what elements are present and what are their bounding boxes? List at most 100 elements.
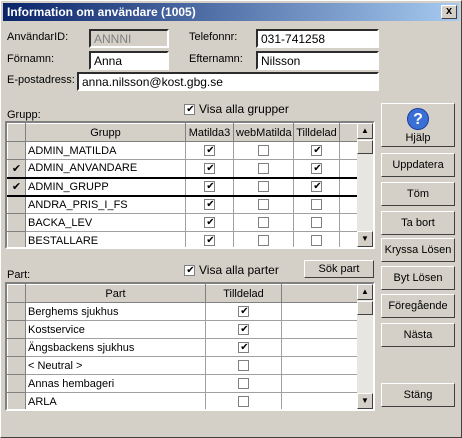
part-tilldelad-cell[interactable]: [205, 392, 282, 409]
part-tilldelad-cell[interactable]: [205, 338, 282, 357]
part-tilldelad-col-header[interactable]: Tilldelad: [205, 284, 282, 303]
matilda3-checkbox[interactable]: [204, 162, 216, 174]
tilldelad-checkbox[interactable]: [311, 235, 322, 247]
part-row[interactable]: Berghems sjukhus: [7, 302, 360, 321]
matilda3-cell[interactable]: [185, 195, 234, 214]
search-part-button[interactable]: Sök part: [304, 260, 374, 278]
matilda3-checkbox[interactable]: [204, 217, 216, 229]
grupp-name-cell[interactable]: ANDRA_PRIS_I_FS: [25, 195, 186, 214]
row-selector[interactable]: [7, 320, 26, 339]
tilldelad-checkbox[interactable]: [311, 181, 323, 193]
matilda3-cell[interactable]: [185, 231, 234, 247]
nasta-button[interactable]: Nästa: [381, 323, 455, 347]
tilldelad-cell[interactable]: [293, 141, 340, 160]
webmatilda-cell[interactable]: [233, 141, 294, 160]
grupp-name-cell[interactable]: ADMIN_MATILDA: [25, 141, 186, 160]
row-selector[interactable]: [7, 195, 26, 214]
grupp-row[interactable]: BESTALLARE: [7, 231, 360, 247]
grupp-name-cell[interactable]: ADMIN_ANVANDARE: [25, 159, 186, 178]
foregaende-button[interactable]: Föregående: [381, 294, 455, 318]
matilda3-checkbox[interactable]: [204, 199, 216, 211]
matilda3-checkbox[interactable]: [204, 235, 216, 247]
tilldelad-cell[interactable]: [293, 195, 340, 214]
epost-field[interactable]: anna.nilsson@kost.gbg.se: [77, 72, 379, 91]
part-name-cell[interactable]: Ängsbackens sjukhus: [25, 338, 206, 357]
grupp-name-cell[interactable]: BESTALLARE: [25, 231, 186, 247]
webmatilda-cell[interactable]: [233, 231, 294, 247]
grupp-row[interactable]: ADMIN_MATILDA: [7, 141, 360, 160]
scroll-up-icon[interactable]: ▲: [357, 284, 373, 300]
grupp-row[interactable]: ✔ ADMIN_ANVANDARE: [7, 159, 360, 178]
tilldelad-cell[interactable]: [293, 176, 340, 197]
efternamn-field[interactable]: Nilsson: [256, 51, 379, 70]
part-row[interactable]: Kostservice: [7, 320, 360, 339]
scroll-thumb[interactable]: [357, 140, 373, 154]
ta-bort-button[interactable]: Ta bort: [381, 211, 455, 235]
matilda3-checkbox[interactable]: [204, 181, 216, 193]
webmatilda-cell[interactable]: [233, 195, 294, 214]
webmatilda-checkbox[interactable]: [258, 199, 269, 211]
webmatilda-col-header[interactable]: webMatilda: [233, 123, 294, 142]
kryssa-losen-button[interactable]: Kryssa Lösen: [381, 238, 455, 262]
part-tilldelad-cell[interactable]: [205, 302, 282, 321]
webmatilda-checkbox[interactable]: [258, 145, 269, 157]
webmatilda-cell[interactable]: [233, 159, 294, 178]
fornamn-field[interactable]: Anna: [89, 51, 169, 70]
part-name-cell[interactable]: < Neutral >: [25, 356, 206, 375]
part-tilldelad-checkbox[interactable]: [238, 396, 249, 408]
part-tilldelad-cell[interactable]: [205, 374, 282, 393]
part-tilldelad-checkbox[interactable]: [238, 378, 249, 390]
tilldelad-checkbox[interactable]: [311, 199, 322, 211]
part-row[interactable]: ARLA: [7, 392, 360, 409]
grupp-name-cell[interactable]: BACKA_LEV: [25, 213, 186, 232]
stang-button[interactable]: Stäng: [381, 383, 455, 407]
close-button[interactable]: x: [441, 5, 457, 19]
part-name-cell[interactable]: ARLA: [25, 392, 206, 409]
tom-button[interactable]: Töm: [381, 182, 455, 206]
grupp-row[interactable]: ANDRA_PRIS_I_FS: [7, 195, 360, 214]
tilldelad-checkbox[interactable]: [311, 162, 323, 174]
part-tilldelad-cell[interactable]: [205, 320, 282, 339]
tilldelad-cell[interactable]: [293, 159, 340, 178]
row-selector[interactable]: ✔: [7, 159, 26, 178]
tilldelad-checkbox[interactable]: [311, 145, 323, 157]
part-tilldelad-cell[interactable]: [205, 356, 282, 375]
grupp-row[interactable]: BACKA_LEV: [7, 213, 360, 232]
part-col-header[interactable]: Part: [25, 284, 206, 303]
matilda3-cell[interactable]: [185, 141, 234, 160]
matilda3-cell[interactable]: [185, 213, 234, 232]
part-tilldelad-checkbox[interactable]: [238, 342, 250, 354]
part-tilldelad-checkbox[interactable]: [238, 306, 250, 318]
tilldelad-col-header[interactable]: Tilldelad: [293, 123, 340, 142]
uppdatera-button[interactable]: Uppdatera: [381, 153, 455, 177]
row-selector[interactable]: [7, 356, 26, 375]
webmatilda-checkbox[interactable]: [258, 217, 269, 229]
webmatilda-checkbox[interactable]: [258, 235, 269, 247]
row-selector[interactable]: [7, 231, 26, 247]
byt-losen-button[interactable]: Byt Lösen: [381, 266, 455, 290]
row-selector[interactable]: [7, 302, 26, 321]
matilda3-checkbox[interactable]: [204, 145, 216, 157]
row-selector[interactable]: [7, 338, 26, 357]
grupp-name-cell[interactable]: ADMIN_GRUPP: [25, 176, 186, 197]
tilldelad-cell[interactable]: [293, 213, 340, 232]
row-selector[interactable]: [7, 392, 26, 409]
part-name-cell[interactable]: Berghems sjukhus: [25, 302, 206, 321]
part-row[interactable]: Ängsbackens sjukhus: [7, 338, 360, 357]
row-selector[interactable]: [7, 141, 26, 160]
help-button[interactable]: ? Hjälp: [381, 103, 455, 147]
show-all-parts-toggle[interactable]: Visa alla parter: [184, 263, 279, 277]
row-selector[interactable]: [7, 213, 26, 232]
tilldelad-checkbox[interactable]: [311, 217, 322, 229]
matilda3-cell[interactable]: [185, 159, 234, 178]
matilda3-cell[interactable]: [185, 176, 234, 197]
show-all-groups-checkbox[interactable]: [184, 104, 196, 116]
part-tilldelad-checkbox[interactable]: [238, 324, 250, 336]
part-name-cell[interactable]: Annas hembageri: [25, 374, 206, 393]
grupp-row[interactable]: ✔ ADMIN_GRUPP: [7, 176, 360, 197]
part-row[interactable]: Annas hembageri: [7, 374, 360, 393]
webmatilda-cell[interactable]: [233, 176, 294, 197]
webmatilda-cell[interactable]: [233, 213, 294, 232]
row-selector[interactable]: [7, 374, 26, 393]
scroll-up-icon[interactable]: ▲: [357, 123, 373, 139]
